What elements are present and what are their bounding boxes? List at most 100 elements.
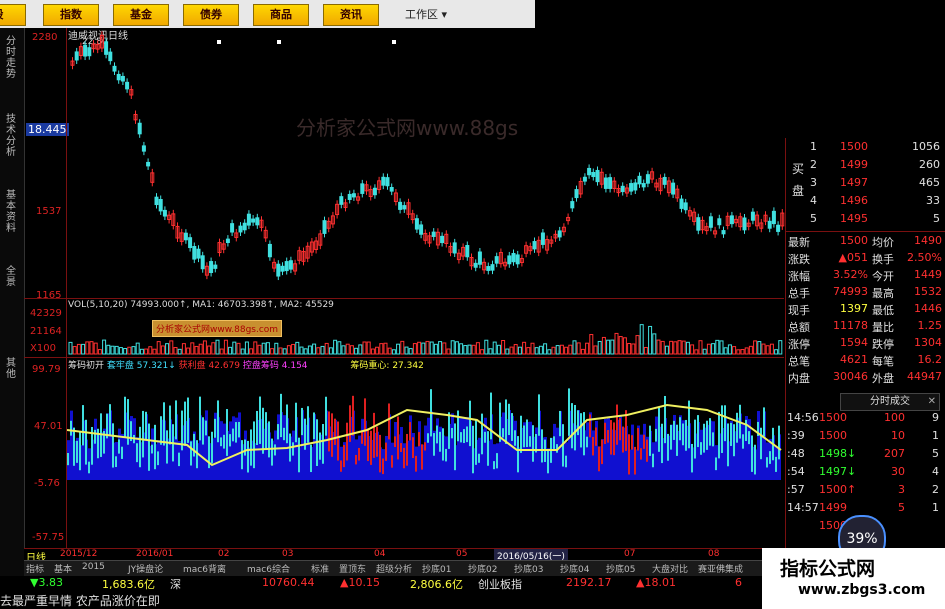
stat-key: 最高	[872, 287, 894, 300]
stat-key: 每笔	[872, 355, 894, 368]
volume-bar	[559, 344, 564, 355]
candle	[87, 47, 92, 57]
indicator-bar	[601, 439, 603, 465]
volume-bar	[597, 340, 602, 355]
candle	[192, 246, 197, 260]
candle	[696, 217, 701, 231]
indicator-blue-bar	[553, 423, 556, 480]
menu-stock[interactable]: 股	[0, 4, 26, 26]
indicator-tab[interactable]: mac6背离	[183, 562, 226, 575]
candlestick-chart[interactable]	[67, 28, 785, 298]
news-ticker[interactable]: 去最严重早情 农产品涨价在即	[0, 592, 160, 609]
stat-value: 1397	[840, 302, 868, 315]
indicator-tab[interactable]: 指标	[26, 562, 44, 575]
volume-bar	[148, 346, 153, 355]
indicator-bar	[619, 418, 621, 441]
indicator-bar	[232, 428, 234, 442]
candle	[595, 169, 600, 183]
indicator-tab[interactable]: 超级分析	[376, 562, 412, 575]
tab-intraday[interactable]: 分时走势	[6, 36, 18, 80]
stat-key: 内盘	[788, 372, 810, 385]
indicator-bar	[652, 453, 654, 468]
tick-count: 2	[932, 483, 939, 496]
indicator-bar	[511, 413, 513, 441]
tab-fundamentals[interactable]: 基本资料	[6, 190, 18, 234]
indicator-bar	[502, 428, 504, 438]
workarea-menu[interactable]: 工作区 ▾	[405, 6, 447, 22]
indicator-bar	[643, 434, 645, 449]
indicator-tab[interactable]: 标准	[311, 562, 329, 575]
tick-detail-button[interactable]: 分时成交 ✕	[840, 393, 940, 411]
volume-bar	[375, 346, 380, 355]
indicator-bar	[448, 412, 450, 449]
indicator-tab[interactable]: mac6综合	[247, 562, 290, 575]
volume-bar	[139, 348, 144, 355]
indicator-bar	[682, 423, 684, 446]
indicator-bar	[235, 422, 237, 443]
status-change-2: ▲10.15	[340, 576, 380, 589]
tab-panorama[interactable]: 全景	[6, 266, 18, 288]
indicator-tab[interactable]: 抄底01	[422, 562, 451, 575]
indicator-tab[interactable]: 置顶东	[339, 562, 366, 575]
indicator-bar	[409, 422, 411, 441]
indicator-bar	[463, 429, 465, 444]
indicator-bar	[736, 412, 738, 443]
tick-time: :54	[787, 465, 805, 478]
order-book-row: 5 1495 5	[786, 212, 945, 230]
close-icon[interactable]: ✕	[928, 394, 936, 410]
indicator-bar	[727, 423, 729, 467]
stat-key: 均价	[872, 236, 894, 249]
indicator-tab[interactable]: 抄底04	[560, 562, 589, 575]
indicator-tab[interactable]: 抄底03	[514, 562, 543, 575]
volume-bar	[727, 344, 732, 355]
menu-index[interactable]: 指数	[43, 4, 99, 26]
indicator-bar	[520, 415, 522, 453]
indicator-tab[interactable]: 抄底02	[468, 562, 497, 575]
indicator-bar	[394, 436, 396, 448]
status-amount-2: 2,806.6亿	[410, 578, 463, 591]
candle	[322, 220, 327, 234]
candle	[708, 216, 713, 228]
volume-bar	[417, 341, 422, 355]
volume-bar	[677, 340, 682, 355]
tick-row: 14:56 1500 100 9	[785, 411, 945, 429]
indicator-bar	[187, 397, 189, 443]
volume-bar	[127, 346, 132, 355]
menu-fund[interactable]: 基金	[113, 4, 169, 26]
indicator-bar	[661, 423, 663, 464]
indicator-tab[interactable]: JY操盘论	[128, 562, 163, 575]
menu-bond[interactable]: 债券	[183, 4, 239, 26]
candle	[238, 225, 243, 233]
volume-bar	[337, 341, 342, 355]
indicator-bar	[640, 448, 642, 460]
indicator-bar	[475, 420, 477, 465]
indicator-tab[interactable]: 2015	[82, 562, 105, 572]
volume-bar	[492, 341, 497, 355]
volume-bar	[690, 344, 695, 355]
indicator-bar	[157, 451, 159, 466]
volume-bar	[711, 343, 716, 355]
indicator-tab[interactable]: 抄底05	[606, 562, 635, 575]
candle	[729, 215, 734, 225]
volume-bar	[538, 345, 543, 355]
tab-other[interactable]: 其他	[6, 358, 18, 380]
candle	[494, 256, 499, 264]
indicator-tab[interactable]: 赛亚佛集成	[698, 562, 743, 575]
volume-bar	[362, 341, 367, 355]
vol-label-mid: 21164	[30, 326, 62, 337]
indicator-bar	[637, 428, 639, 451]
menu-commodity[interactable]: 商品	[253, 4, 309, 26]
volume-bar	[723, 347, 728, 355]
level: 3	[810, 176, 817, 189]
indicator-bar	[247, 440, 249, 473]
tab-technical[interactable]: 技术分析	[6, 114, 18, 158]
volume-bar	[681, 340, 686, 355]
indicator-bar	[517, 436, 519, 473]
indicator-bar	[331, 413, 333, 457]
indicator-tab[interactable]: 大盘对比	[652, 562, 688, 575]
indicator-bar	[112, 423, 114, 468]
volume-bar	[408, 348, 413, 355]
candle	[440, 235, 445, 244]
menu-news[interactable]: 资讯	[323, 4, 379, 26]
indicator-tab[interactable]: 基本	[54, 562, 72, 575]
